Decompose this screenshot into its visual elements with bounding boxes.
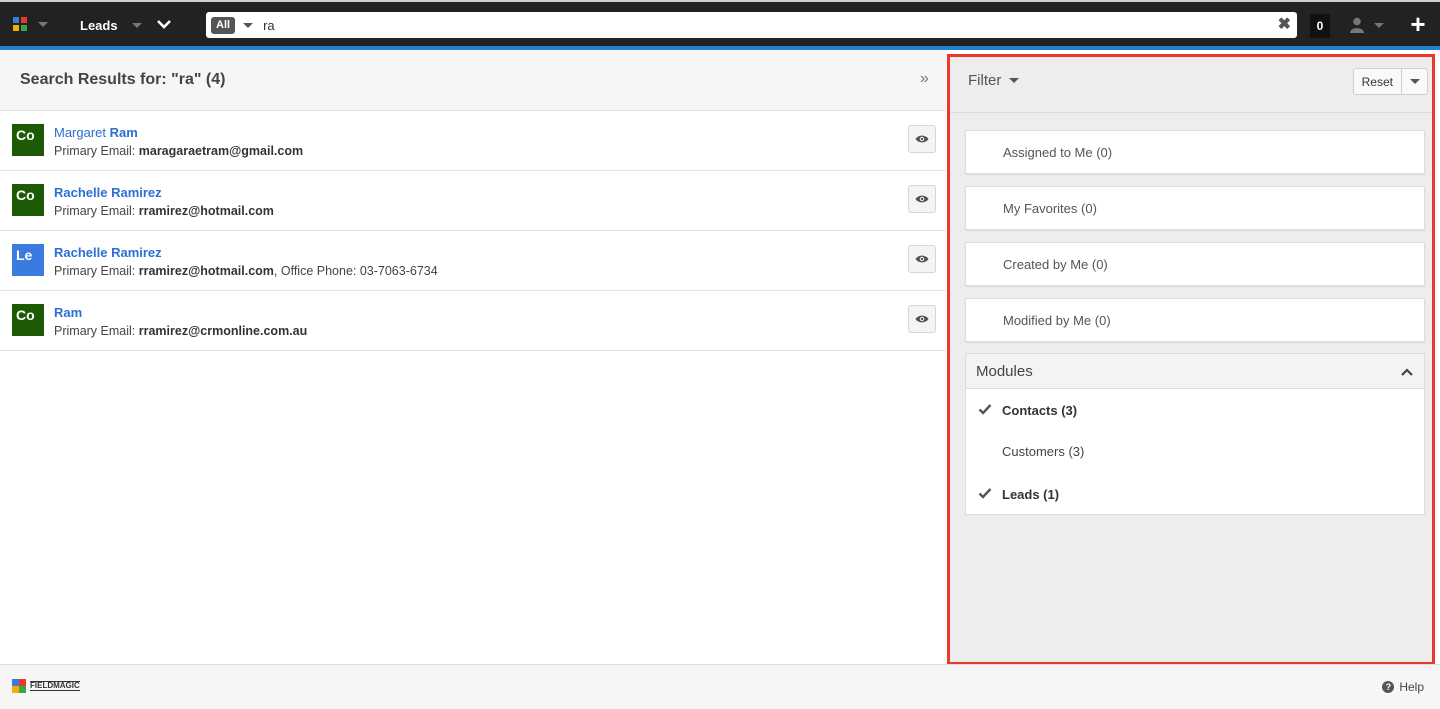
preview-button[interactable]	[908, 305, 936, 333]
modules-title: Modules	[976, 363, 1033, 380]
avatar: Co	[12, 304, 44, 336]
detail-label: Primary Email:	[54, 264, 136, 278]
result-detail: Primary Email: rramirez@crmonline.com.au	[54, 324, 307, 338]
app-logo-icon	[12, 16, 28, 32]
result-name-match: Rachelle Ramirez	[54, 185, 162, 200]
result-name-match: Rachelle Ramirez	[54, 245, 162, 260]
detail-extra: , Office Phone: 03-7063-6734	[273, 264, 438, 278]
module-item-label: Leads (1)	[1002, 487, 1060, 502]
question-circle-icon: ?	[1382, 681, 1395, 693]
module-item-customers[interactable]: Customers (3)	[966, 431, 1424, 471]
module-item-contacts[interactable]: Contacts (3)	[966, 390, 1424, 430]
search-results: Search Results for: "ra" (4) » Co Margar…	[0, 50, 946, 664]
detail-label: Primary Email:	[54, 324, 136, 338]
module-label: Leads	[80, 17, 118, 33]
module-item-label: Contacts (3)	[1002, 403, 1078, 418]
caret-down-icon	[131, 22, 142, 28]
chevron-up-icon[interactable]	[1400, 365, 1414, 379]
search-scope-button[interactable]: All	[211, 16, 236, 34]
checkmark-icon	[978, 404, 992, 415]
detail-label: Primary Email:	[54, 144, 136, 158]
filter-item-label: My Favorites (0)	[1003, 201, 1097, 216]
eye-icon	[915, 315, 929, 323]
filter-header: Filter Reset	[950, 57, 1432, 113]
filter-label: Filter	[968, 72, 1002, 89]
global-search: All ✖	[206, 12, 1297, 38]
footer-brand: FIELDMAGIC	[30, 681, 80, 691]
result-name-match: Ram	[54, 305, 83, 320]
preview-button[interactable]	[908, 185, 936, 213]
avatar: Le	[12, 244, 44, 276]
avatar: Co	[12, 184, 44, 216]
result-name-match: Ram	[109, 125, 138, 140]
module-item-label: Customers (3)	[1002, 444, 1085, 459]
filter-item-label: Created by Me (0)	[1003, 257, 1108, 272]
reset-button[interactable]: Reset	[1352, 68, 1402, 95]
detail-value: rramirez@hotmail.com	[138, 204, 274, 218]
result-detail: Primary Email: rramirez@hotmail.com, Off…	[54, 264, 438, 278]
filter-item-label: Assigned to Me (0)	[1003, 145, 1113, 160]
eye-icon	[915, 195, 929, 203]
filter-item-label: Modified by Me (0)	[1003, 313, 1111, 328]
filter-dropdown[interactable]: Filter	[968, 72, 1020, 89]
user-menu[interactable]	[1350, 14, 1384, 36]
top-navbar: Leads All ✖ 0 +	[0, 0, 1440, 50]
list-item: Le Rachelle Ramirez Primary Email: rrami…	[0, 231, 946, 291]
list-item: Co Margaret Ram Primary Email: maragarae…	[0, 111, 946, 171]
list-item: Co Ram Primary Email: rramirez@crmonline…	[0, 291, 946, 351]
preview-button[interactable]	[908, 125, 936, 153]
checkmark-icon	[978, 488, 992, 499]
clear-search-icon[interactable]: ✖	[1278, 16, 1291, 34]
page-title: Search Results for: "ra" (4)	[20, 71, 226, 88]
eye-icon	[915, 255, 929, 263]
reset-options-button[interactable]	[1402, 68, 1428, 95]
result-name-link[interactable]: Margaret Ram	[54, 125, 138, 140]
preview-button[interactable]	[908, 245, 936, 273]
eye-icon	[915, 135, 929, 143]
quick-create-button[interactable]: +	[1406, 11, 1430, 37]
detail-label: Primary Email:	[54, 204, 136, 218]
caret-down-icon	[1409, 79, 1420, 84]
module-menu-leads[interactable]: Leads	[80, 14, 142, 36]
filter-created-by-me[interactable]: Created by Me (0)	[965, 242, 1425, 286]
logo-icon	[12, 679, 26, 693]
detail-value: maragaraetram@gmail.com	[138, 144, 304, 158]
footer-logo[interactable]: FIELDMAGIC	[12, 679, 80, 693]
filter-panel: Filter Reset Assigned to Me (0) My Favor…	[947, 54, 1435, 665]
modules-filter: Modules Contacts (3) Customers (3) Leads…	[965, 353, 1425, 515]
chevron-down-icon	[157, 20, 171, 29]
list-item: Co Rachelle Ramirez Primary Email: rrami…	[0, 171, 946, 231]
module-item-leads[interactable]: Leads (1)	[966, 474, 1424, 514]
toggle-sidebar-button[interactable]: »	[920, 70, 929, 88]
result-name-link[interactable]: Ram	[54, 305, 82, 320]
result-name-link[interactable]: Rachelle Ramirez	[54, 185, 162, 200]
caret-down-icon	[38, 21, 48, 27]
filter-my-favorites[interactable]: My Favorites (0)	[965, 186, 1425, 230]
more-modules-button[interactable]	[156, 16, 176, 36]
notification-count[interactable]: 0	[1310, 14, 1330, 38]
help-label: Help	[1399, 680, 1424, 694]
filter-assigned-to-me[interactable]: Assigned to Me (0)	[965, 130, 1425, 174]
reset-button-group: Reset	[1352, 68, 1428, 95]
footer: FIELDMAGIC ? Help	[0, 664, 1440, 709]
caret-down-icon[interactable]	[243, 22, 254, 28]
modules-header[interactable]: Modules	[966, 354, 1424, 389]
detail-value: rramirez@crmonline.com.au	[138, 324, 308, 338]
results-header: Search Results for: "ra" (4) »	[0, 50, 946, 111]
help-link[interactable]: ? Help	[1382, 680, 1424, 694]
avatar: Co	[12, 124, 44, 156]
result-detail: Primary Email: rramirez@hotmail.com	[54, 204, 274, 218]
app-logo-menu[interactable]	[12, 12, 64, 36]
result-name-first: Margaret	[54, 125, 107, 140]
caret-down-icon	[1374, 22, 1384, 28]
filter-modified-by-me[interactable]: Modified by Me (0)	[965, 298, 1425, 342]
result-detail: Primary Email: maragaraetram@gmail.com	[54, 144, 303, 158]
caret-down-icon	[1009, 78, 1020, 83]
search-input[interactable]	[263, 15, 1264, 35]
user-icon	[1350, 17, 1364, 33]
result-name-link[interactable]: Rachelle Ramirez	[54, 245, 162, 260]
detail-value: rramirez@hotmail.com	[138, 264, 274, 278]
